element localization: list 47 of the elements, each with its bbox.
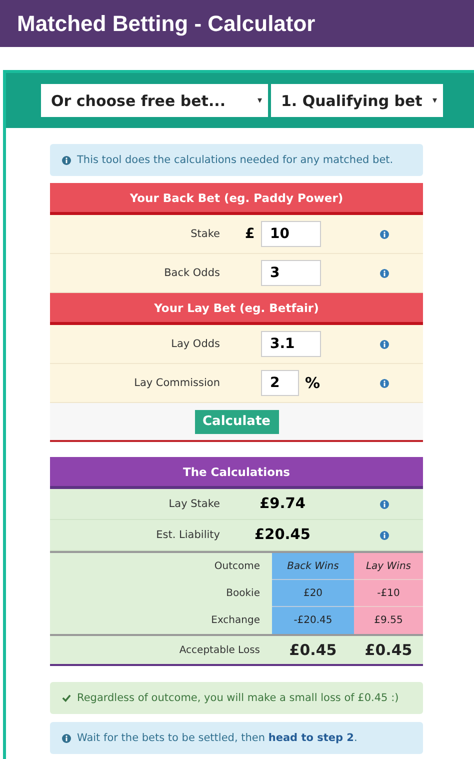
field-label: Lay Odds [170, 338, 220, 350]
info-icon [380, 500, 388, 508]
caret-icon: ▾ [432, 96, 437, 106]
input-field[interactable]: 2 [261, 370, 299, 396]
result-label: Est. Liability [155, 529, 220, 541]
section-title: The Calculations [182, 464, 290, 478]
table-cell-text: Outcome [213, 561, 261, 572]
table-cell: £9.55 [354, 607, 423, 634]
alert-text: This tool does the calculations needed for any matched bet. [77, 154, 394, 166]
check-icon [62, 694, 71, 702]
field-label: Lay Commission [133, 377, 220, 389]
input-field[interactable]: 3.1 [261, 331, 321, 357]
table-cell: -£10 [354, 580, 423, 607]
step-link[interactable]: head to step 2 [268, 732, 354, 744]
table-cell-text: Bookie [225, 588, 261, 599]
table-cell: Lay Wins [354, 553, 423, 580]
result-value: £9.74 [258, 496, 306, 512]
dropdown[interactable]: 1. Qualifying bet ▾ [271, 84, 443, 117]
field-label: Back Odds [163, 267, 220, 279]
table-cell: -£20.45 [272, 607, 354, 634]
info-icon [380, 230, 388, 238]
info-icon [62, 156, 71, 164]
table-cell-text: Acceptable Loss [178, 644, 261, 656]
info-icon [380, 378, 388, 388]
info-icon [380, 268, 388, 278]
input-field[interactable]: 10 [261, 221, 321, 247]
page-title: Matched Betting - Calculator [17, 10, 316, 36]
input-field[interactable]: 3 [261, 260, 321, 286]
unit-label: % [305, 374, 320, 392]
table-cell: Back Wins [272, 553, 354, 580]
alert-text: Regardless of outcome, you will make a small loss of £0.45 :) [77, 692, 399, 704]
info-icon [380, 340, 388, 348]
result-label: Lay Stake [168, 498, 220, 510]
alert-text: Wait for the bets to be settled, then head to step 2. [77, 732, 358, 744]
result-value: £20.45 [254, 527, 312, 543]
section-title: Your Back Bet (eg. Paddy Power) [130, 190, 344, 204]
table-cell: £20 [272, 580, 354, 607]
table-cell-text: £0.45 [288, 640, 338, 660]
caret-icon: ▾ [257, 96, 262, 106]
info-icon [380, 530, 388, 540]
currency-label: £ [245, 226, 255, 242]
table-cell-text: £0.45 [364, 640, 414, 660]
field-label: Stake [190, 228, 220, 240]
info-icon [62, 734, 71, 742]
section-title: Your Lay Bet (eg. Betfair) [154, 300, 319, 314]
table-cell-text: Exchange [210, 615, 261, 626]
dropdown[interactable]: Or choose free bet... ▾ [41, 84, 268, 117]
